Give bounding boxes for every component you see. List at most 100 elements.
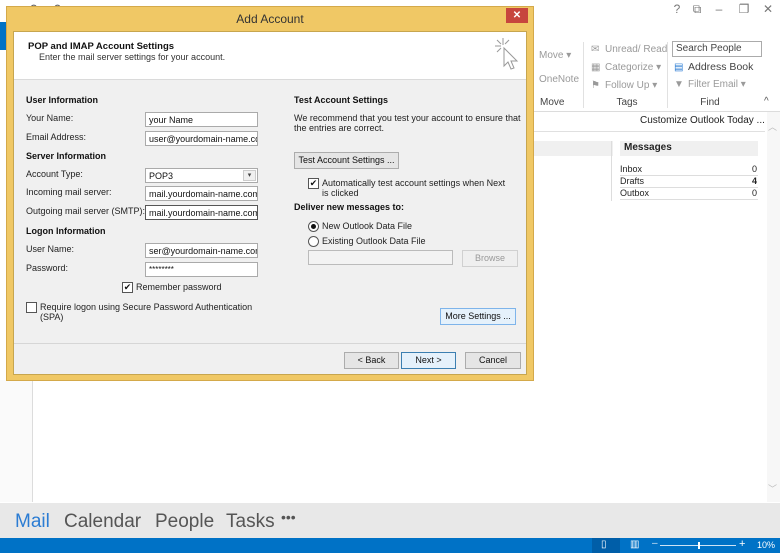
find-group-label: Find [700, 97, 720, 108]
account-type-value: POP3 [149, 171, 174, 181]
cursor-click-icon [495, 38, 519, 70]
folder-pane-divider[interactable] [32, 380, 33, 502]
test-description: We recommend that you test your account … [294, 113, 521, 123]
ribbon-separator [583, 42, 584, 108]
more-settings-button[interactable]: More Settings ... [440, 308, 516, 325]
spa-label-cont[interactable]: (SPA) [40, 312, 63, 322]
incoming-server-label: Incoming mail server: [26, 187, 112, 197]
help-button[interactable]: ? [666, 2, 688, 16]
customize-outlook-today-link[interactable]: Customize Outlook Today ... [640, 115, 765, 126]
move-group-label: Move [540, 97, 565, 108]
minimize-button[interactable]: – [708, 2, 730, 16]
nav-people[interactable]: People [155, 511, 214, 533]
nav-tasks[interactable]: Tasks [226, 511, 275, 533]
navigation-bar: Mail Calendar People Tasks ••• [0, 503, 780, 538]
folder-name: Drafts [620, 176, 645, 186]
scroll-up-icon[interactable]: ︿ [768, 120, 777, 133]
test-description-cont: the entries are correct. [294, 123, 385, 133]
user-name-input[interactable]: ser@yourdomain-name.com [145, 243, 258, 258]
follow-up-button[interactable]: Follow Up ▾ [605, 80, 657, 91]
unread-read-button[interactable]: Unread/ Read [605, 44, 667, 55]
existing-data-file-path-input[interactable] [308, 250, 453, 265]
folder-count: 0 [751, 188, 757, 198]
auto-test-label-cont[interactable]: is clicked [322, 188, 359, 198]
cancel-button[interactable]: Cancel [465, 352, 521, 369]
header-subtitle: Enter the mail server settings for your … [39, 52, 226, 62]
next-button[interactable]: Next > [401, 352, 456, 369]
remember-password-label[interactable]: Remember password [136, 282, 222, 292]
folder-pane [0, 380, 32, 502]
scroll-down-icon[interactable]: ﹀ [768, 482, 777, 495]
onenote-button[interactable]: OneNote [539, 74, 579, 85]
existing-data-file-radio[interactable] [308, 236, 319, 247]
server-information-heading: Server Information [26, 151, 107, 161]
dialog-title: Add Account [236, 12, 304, 26]
folder-count: 0 [751, 164, 757, 174]
zoom-in-button[interactable]: + [739, 538, 745, 550]
your-name-input[interactable]: your Name [145, 112, 258, 127]
categorize-icon: ▦ [591, 62, 601, 73]
chevron-down-icon[interactable]: ▾ [243, 170, 256, 181]
spa-checkbox[interactable] [26, 302, 37, 313]
back-button[interactable]: < Back [344, 352, 399, 369]
remember-password-checkbox[interactable]: ✔ [122, 282, 133, 293]
ribbon-display-button[interactable]: ⧉ [686, 2, 708, 17]
test-account-settings-heading: Test Account Settings [294, 95, 389, 105]
filter-email-button[interactable]: Filter Email ▾ [688, 79, 746, 90]
messages-heading: Messages [620, 141, 758, 156]
folder-name: Inbox [620, 164, 643, 174]
messages-row-outbox[interactable]: Outbox 0 [620, 188, 758, 200]
email-address-label: Email Address: [26, 132, 87, 142]
password-input[interactable]: ******** [145, 262, 258, 277]
test-account-settings-button[interactable]: Test Account Settings ... [294, 152, 399, 169]
account-type-select[interactable]: POP3 ▾ [145, 168, 258, 183]
new-data-file-label[interactable]: New Outlook Data File [322, 221, 412, 231]
account-type-label: Account Type: [26, 169, 83, 179]
divider [533, 131, 765, 132]
window-close-button[interactable]: ✕ [757, 2, 779, 16]
messages-row-inbox[interactable]: Inbox 0 [620, 164, 758, 176]
search-people-input[interactable]: Search People [672, 41, 762, 57]
zoom-slider-thumb[interactable] [698, 542, 700, 549]
dialog-body: POP and IMAP Account Settings Enter the … [13, 31, 527, 375]
messages-row-drafts[interactable]: Drafts 4 [620, 176, 758, 188]
outgoing-server-label: Outgoing mail server (SMTP): [26, 206, 146, 216]
tags-group-label: Tags [616, 97, 638, 108]
normal-view-icon: ▯ [601, 539, 607, 550]
password-label: Password: [26, 263, 69, 273]
ribbon-separator [667, 42, 668, 108]
status-bar: ▯ ▥ – + 10% [0, 538, 780, 553]
vertical-scrollbar[interactable] [767, 112, 780, 502]
spa-label[interactable]: Require logon using Secure Password Auth… [40, 302, 252, 312]
existing-data-file-label[interactable]: Existing Outlook Data File [322, 236, 426, 246]
logon-information-heading: Logon Information [26, 226, 106, 236]
nav-mail[interactable]: Mail [15, 511, 50, 533]
incoming-server-input[interactable]: mail.yourdomain-name.com [145, 186, 258, 201]
move-button[interactable]: Move ▾ [539, 50, 571, 61]
nav-more-button[interactable]: ••• [281, 509, 296, 525]
address-book-button[interactable]: Address Book [688, 61, 753, 73]
auto-test-checkbox[interactable]: ✔ [308, 178, 319, 189]
dialog-header: POP and IMAP Account Settings Enter the … [14, 32, 526, 80]
collapse-ribbon-button[interactable]: ^ [764, 96, 769, 107]
address-book-icon: ▤ [674, 62, 684, 73]
categorize-button[interactable]: Categorize ▾ [605, 62, 661, 73]
browse-button[interactable]: Browse [462, 250, 518, 267]
nav-calendar[interactable]: Calendar [64, 511, 141, 533]
outgoing-server-input[interactable]: mail.yourdomain-name.com [145, 205, 258, 220]
folder-count: 4 [751, 176, 757, 186]
maximize-button[interactable]: ❐ [733, 2, 755, 16]
zoom-out-button[interactable]: – [652, 538, 658, 549]
new-data-file-radio[interactable] [308, 221, 319, 232]
dialog-close-button[interactable]: ✕ [506, 8, 528, 23]
column-divider [611, 141, 612, 201]
outlook-window: ⟳ ↶ ? ⧉ – ❐ ✕ Move ▾ OneNote Move ✉ Unre… [0, 0, 780, 553]
add-account-dialog: Add Account ✕ POP and IMAP Account Setti… [6, 6, 534, 381]
auto-test-label[interactable]: Automatically test account settings when… [322, 178, 505, 188]
header-title: POP and IMAP Account Settings [28, 41, 175, 52]
email-address-input[interactable]: user@yourdomain-name.com [145, 131, 258, 146]
reading-view-icon[interactable]: ▥ [630, 539, 639, 550]
user-information-heading: User Information [26, 95, 99, 105]
calendar-panel-header [533, 141, 613, 156]
zoom-level[interactable]: 10% [757, 540, 775, 550]
